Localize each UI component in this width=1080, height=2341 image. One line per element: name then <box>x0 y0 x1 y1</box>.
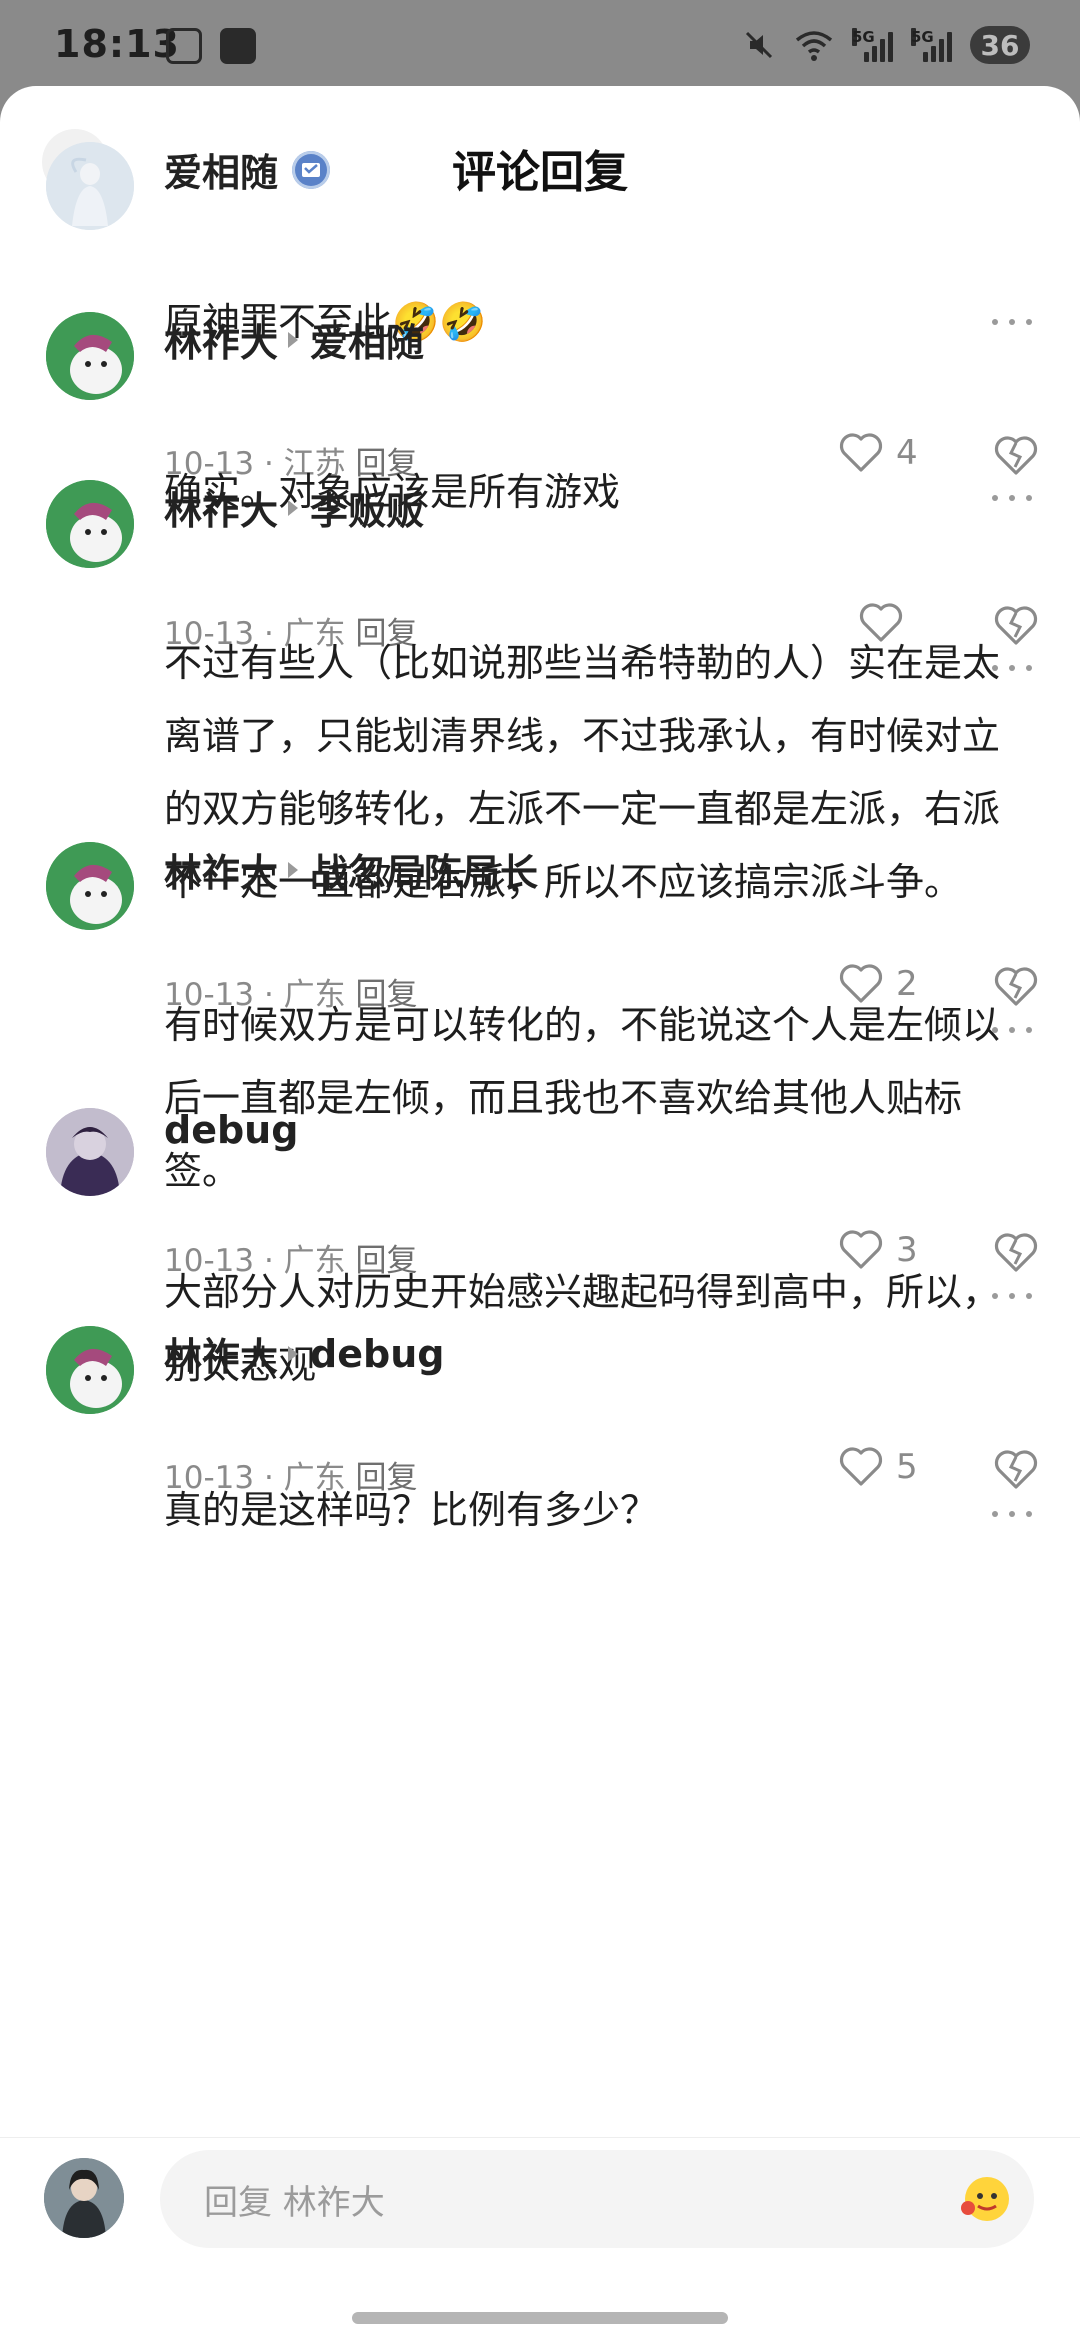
avatar[interactable] <box>46 480 134 568</box>
avatar[interactable] <box>46 1326 134 1414</box>
avatar[interactable] <box>46 1108 134 1196</box>
author-name[interactable]: debug <box>164 1108 298 1152</box>
screenshot-icon <box>166 28 202 64</box>
status-time: 18:13 <box>54 22 180 66</box>
reply-placeholder: 回复 林祚大 <box>204 2182 385 2223</box>
check-box-icon <box>220 28 256 64</box>
home-indicator[interactable] <box>352 2312 728 2324</box>
status-right-icons: 5G 5G 36 <box>742 26 1030 64</box>
reply-to-name[interactable]: 爱相随 <box>310 312 424 367</box>
reply-arrow-icon <box>288 861 299 878</box>
avatar[interactable] <box>46 842 134 930</box>
wifi-icon <box>795 31 833 61</box>
author-name[interactable]: 林祚大 <box>164 842 278 897</box>
comment-header: 爱相随 <box>164 142 331 197</box>
network-label-1: 5G <box>852 28 875 46</box>
status-left-icons <box>166 28 256 64</box>
avatar-image <box>46 1108 134 1196</box>
comment-reply-sheet: 评论回复 爱相随 原神罪不至此🤣🤣 10-13 · 江苏 回复 4 林祚大 爱相… <box>0 86 1080 2340</box>
verified-badge-icon <box>292 150 331 189</box>
status-bar: 18:13 5G 5G 36 <box>0 0 1080 90</box>
avatar-image <box>46 842 134 930</box>
reply-to-name[interactable]: 李贩贩 <box>310 480 424 535</box>
battery-icon: 36 <box>970 26 1030 64</box>
comment-header: debug <box>164 1108 298 1152</box>
reply-arrow-icon <box>288 499 299 516</box>
reply-to-name[interactable]: debug <box>310 1332 444 1376</box>
reply-arrow-icon <box>288 1345 299 1362</box>
author-name[interactable]: 爱相随 <box>164 142 278 197</box>
network-label-2: 5G <box>911 28 934 46</box>
author-name[interactable]: 林祚大 <box>164 1326 278 1381</box>
comment-text: 真的是这样吗？比例有多少？ <box>164 1488 659 1532</box>
page-title: 评论回复 <box>452 147 628 198</box>
comment-header: 林祚大 李贩贩 <box>164 480 424 535</box>
mute-icon <box>745 31 773 59</box>
signal-icon-2: 5G <box>911 28 952 62</box>
reply-arrow-icon <box>288 331 299 348</box>
comment-header: 林祚大 爱相随 <box>164 312 424 367</box>
comment-header: 林祚大 战忽局陈局长 <box>164 842 538 897</box>
avatar-image <box>46 142 134 230</box>
reply-composer-bar: 回复 林祚大 <box>0 2137 1080 2341</box>
avatar-image <box>44 2158 124 2238</box>
avatar[interactable] <box>46 312 134 400</box>
emoji-icon[interactable] <box>958 2172 1012 2226</box>
comment-header: 林祚大 debug <box>164 1326 444 1381</box>
avatar-image <box>46 312 134 400</box>
author-name[interactable]: 林祚大 <box>164 480 278 535</box>
reply-input[interactable]: 回复 林祚大 <box>160 2150 1034 2248</box>
avatar[interactable] <box>46 142 134 230</box>
avatar-image <box>46 1326 134 1414</box>
header: 评论回复 <box>0 86 1080 242</box>
signal-icon: 5G <box>852 28 893 62</box>
reply-to-name[interactable]: 战忽局陈局长 <box>310 842 538 897</box>
avatar-image <box>46 480 134 568</box>
my-avatar[interactable] <box>44 2158 124 2238</box>
comment-text: 有时候双方是可以转化的，不能说这个人是左倾以后一直都是左倾，而且我也不喜欢给其他… <box>164 1003 1001 1193</box>
author-name[interactable]: 林祚大 <box>164 312 278 367</box>
